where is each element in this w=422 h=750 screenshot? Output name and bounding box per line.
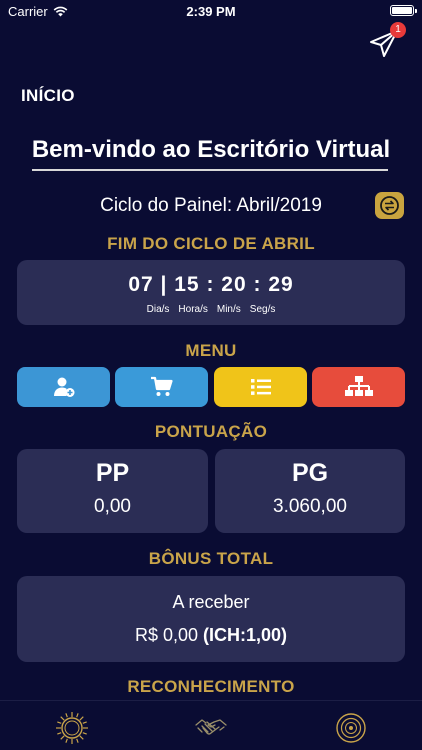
add-user-icon (53, 377, 74, 397)
pg-label: PG (291, 459, 329, 487)
swap-icon (380, 196, 399, 215)
countdown-sep-colon: : (253, 273, 269, 296)
countdown-card: 07 | 15 : 20 : 29 Dia/s Hora/s Min/s Seg… (17, 260, 405, 325)
medal-icon (336, 713, 366, 743)
countdown-sep-colon: : (206, 273, 222, 296)
bonus-amount: R$ 0,00 (134, 625, 198, 645)
pg-card: PG 3.060,00 (215, 449, 405, 533)
pg-value: 3.060,00 (273, 496, 347, 517)
tab-bar (0, 700, 422, 750)
bonus-status: A receber (172, 592, 250, 612)
sunburst-icon (56, 712, 88, 744)
org-chart-icon (344, 376, 373, 396)
cycle-label: Ciclo do Painel: Abril/2019 (100, 195, 322, 216)
recognition-title: RECONHECIMENTO (127, 677, 295, 696)
menu-button-add-user[interactable] (17, 367, 110, 407)
pp-card: PP 0,00 (17, 449, 208, 533)
battery-icon (390, 5, 417, 16)
status-bar: Carrier 2:39 PM (0, 0, 422, 22)
bonus-card: A receber R$ 0,00 (ICH:1,00) (17, 576, 405, 662)
bonus-amount-line: R$ 0,00 (ICH:1,00) (17, 625, 405, 646)
countdown-digits: 07 | 15 : 20 : 29 (17, 273, 405, 297)
tab-recognition[interactable] (334, 711, 368, 745)
countdown-minutes: 20 (221, 273, 247, 296)
menu-title: MENU (185, 341, 237, 360)
switch-cycle-button[interactable] (375, 192, 404, 219)
notifications-button[interactable]: 1 (368, 22, 406, 60)
countdown-label-minutes: Min/s (216, 304, 241, 315)
handshake-icon (195, 719, 227, 735)
countdown-labels: Dia/s Hora/s Min/s Seg/s (17, 304, 405, 315)
welcome-divider (32, 169, 388, 171)
score-title: PONTUAÇÃO (154, 422, 268, 441)
tab-home[interactable] (55, 711, 89, 745)
bonus-ich: (ICH:1,00) (203, 625, 288, 645)
menu-button-cart[interactable] (115, 367, 208, 407)
page-title: INÍCIO (21, 86, 75, 105)
pp-label: PP (95, 459, 130, 487)
pp-value: 0,00 (94, 496, 131, 517)
tab-partners[interactable] (194, 711, 228, 745)
countdown-title: FIM DO CICLO DE ABRIL (107, 234, 315, 253)
bonus-title: BÔNUS TOTAL (148, 549, 274, 568)
countdown-seconds: 29 (268, 273, 294, 296)
countdown-sep-bar: | (160, 273, 175, 296)
clock: 2:39 PM (186, 4, 236, 19)
notification-badge: 1 (390, 22, 406, 38)
menu-button-network[interactable] (312, 367, 405, 407)
countdown-label-hours: Hora/s (178, 304, 208, 315)
list-icon (250, 379, 271, 395)
cart-icon (150, 376, 173, 396)
countdown-hours: 15 (174, 273, 200, 296)
countdown-label-seconds: Seg/s (249, 304, 276, 315)
welcome-title: Bem-vindo ao Escritório Virtual (31, 136, 391, 163)
countdown-days: 07 (128, 273, 154, 296)
countdown-label-days: Dia/s (146, 304, 170, 315)
menu-button-list[interactable] (214, 367, 307, 407)
